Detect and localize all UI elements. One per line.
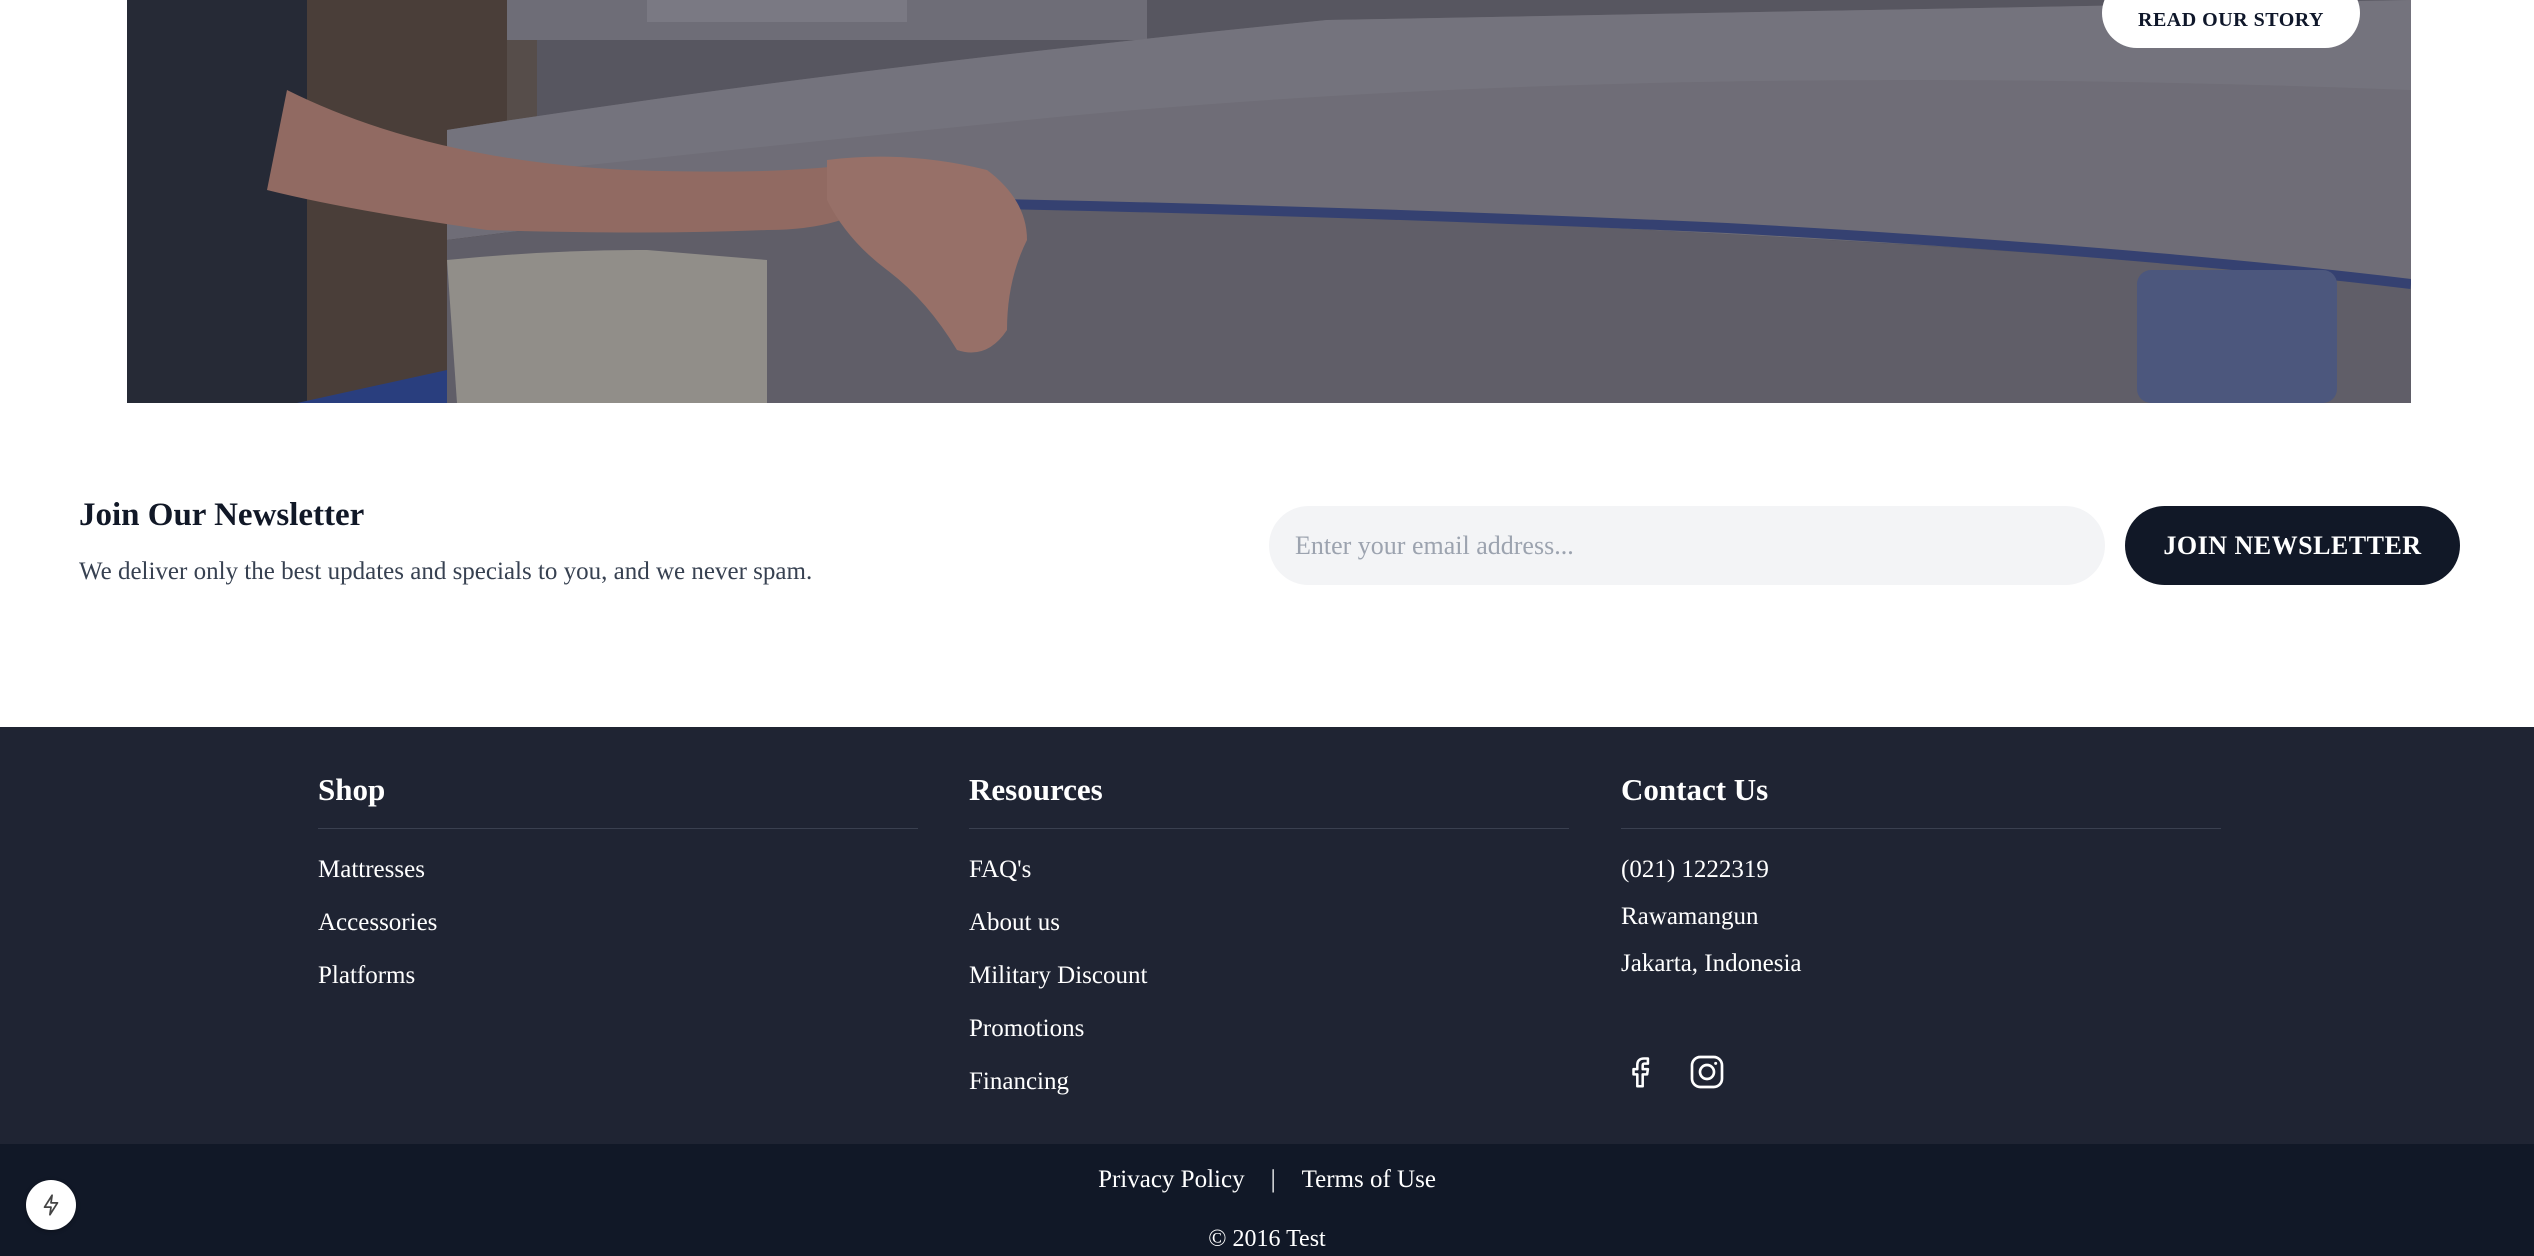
list-item[interactable]: Accessories xyxy=(318,908,918,961)
contact-address-line2: Jakarta, Indonesia xyxy=(1621,950,1802,977)
legal-links: Privacy Policy | Terms of Use xyxy=(0,1166,2534,1194)
privacy-policy-link[interactable]: Privacy Policy xyxy=(1098,1166,1245,1194)
list-item[interactable]: About us xyxy=(969,908,1569,961)
mattress-photo xyxy=(127,0,2411,403)
email-input[interactable] xyxy=(1269,506,2105,585)
footer-resources-column: Resources FAQ's About us Military Discou… xyxy=(969,772,1569,1120)
list-item[interactable]: FAQ's xyxy=(969,855,1569,908)
copyright-text: © 2016 Test xyxy=(1208,1226,1326,1252)
instagram-icon[interactable] xyxy=(1687,1052,1725,1092)
list-item[interactable]: Mattresses xyxy=(318,855,918,908)
join-newsletter-button[interactable]: JOIN NEWSLETTER xyxy=(2125,506,2460,585)
footer-link-mattresses[interactable]: Mattresses xyxy=(318,856,425,883)
terms-of-use-link[interactable]: Terms of Use xyxy=(1302,1166,1436,1194)
footer-link-about-us[interactable]: About us xyxy=(969,909,1060,936)
footer: Shop Mattresses Accessories Platforms Re… xyxy=(0,727,2534,1144)
newsletter-title: Join Our Newsletter xyxy=(79,497,365,533)
list-item[interactable]: Promotions xyxy=(969,1014,1569,1067)
contact-phone: (021) 1222319 xyxy=(1621,856,1769,883)
shop-heading: Shop xyxy=(318,772,918,829)
contact-heading: Contact Us xyxy=(1621,772,2221,829)
lightning-icon[interactable] xyxy=(26,1180,76,1230)
hero-image: READ OUR STORY xyxy=(127,0,2411,403)
resources-heading: Resources xyxy=(969,772,1569,829)
contact-address-line1: Rawamangun xyxy=(1621,903,1759,930)
footer-link-platforms[interactable]: Platforms xyxy=(318,962,415,989)
newsletter-subtitle: We deliver only the best updates and spe… xyxy=(79,558,813,585)
social-links xyxy=(1621,1052,1725,1092)
footer-link-military-discount[interactable]: Military Discount xyxy=(969,962,1147,989)
footer-link-promotions[interactable]: Promotions xyxy=(969,1015,1084,1042)
list-item[interactable]: Platforms xyxy=(318,961,918,1014)
list-item[interactable]: Military Discount xyxy=(969,961,1569,1014)
footer-link-faqs[interactable]: FAQ's xyxy=(969,856,1031,883)
footer-bottom-bar: Privacy Policy | Terms of Use © 2016 Tes… xyxy=(0,1144,2534,1256)
read-our-story-button[interactable]: READ OUR STORY xyxy=(2102,0,2360,48)
footer-shop-column: Shop Mattresses Accessories Platforms xyxy=(318,772,918,1014)
footer-link-financing[interactable]: Financing xyxy=(969,1068,1069,1095)
footer-contact-column: Contact Us (021) 1222319 Rawamangun Jaka… xyxy=(1621,772,2221,1089)
shop-links: Mattresses Accessories Platforms xyxy=(318,855,918,1014)
footer-link-accessories[interactable]: Accessories xyxy=(318,909,437,936)
contact-info: (021) 1222319 Rawamangun Jakarta, Indone… xyxy=(1621,855,2221,996)
resources-links: FAQ's About us Military Discount Promoti… xyxy=(969,855,1569,1120)
legal-separator: | xyxy=(1270,1166,1276,1193)
list-item[interactable]: Financing xyxy=(969,1067,1569,1120)
facebook-icon[interactable] xyxy=(1621,1052,1659,1092)
